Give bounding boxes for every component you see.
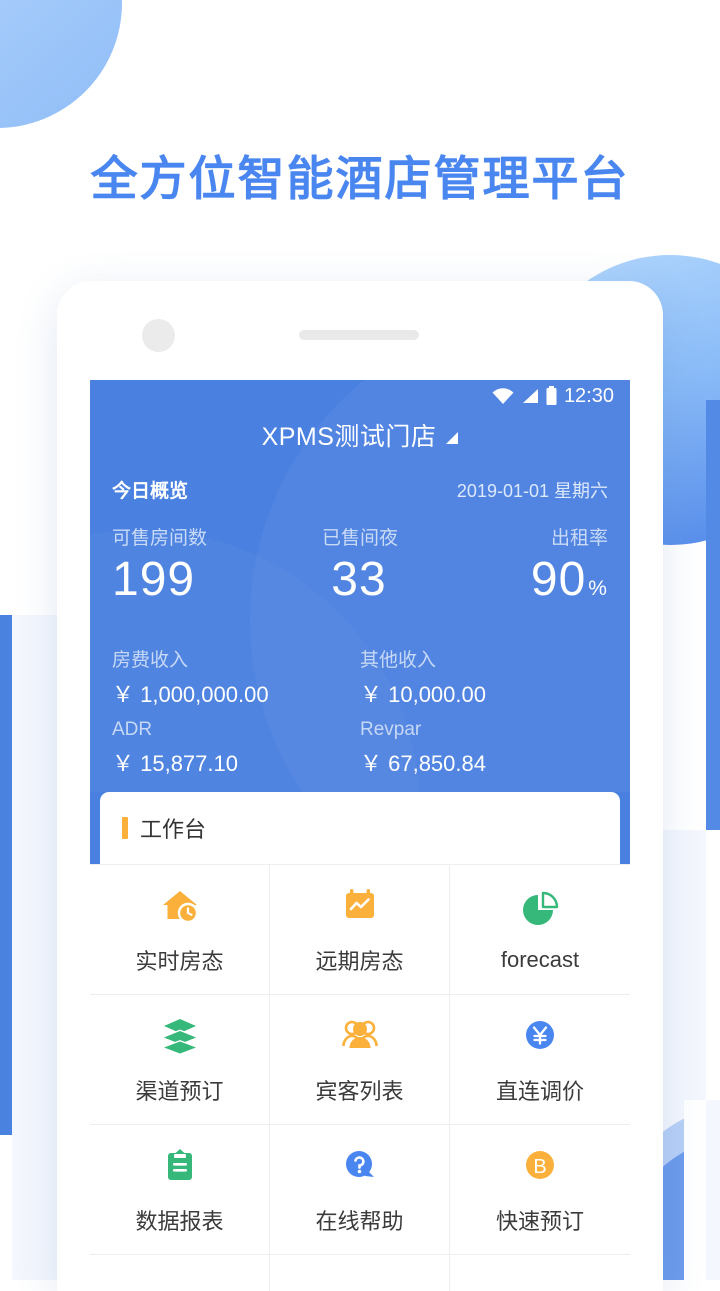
workbench-item-quick-booking[interactable]: B 快速预订	[450, 1123, 630, 1254]
help-chat-icon	[337, 1142, 383, 1188]
overview-title: 今日概览	[112, 481, 189, 502]
workbench-wrapper: 工作台	[90, 791, 630, 864]
revenue-value: ￥ 67,850.84	[360, 750, 486, 776]
people-icon	[337, 1012, 383, 1058]
kpi-label: 出租率	[550, 528, 608, 549]
kpi-number: 199	[112, 553, 196, 606]
workbench-item-label: 渠道预订	[135, 1079, 224, 1105]
workbench-item-online-help[interactable]: 在线帮助	[270, 1123, 450, 1254]
layers-icon	[157, 1012, 203, 1058]
workbench-item-label: forecast	[500, 947, 580, 973]
phone-bezel	[57, 281, 663, 380]
overview-header: 今日概览 2019-01-01 星期六	[90, 458, 630, 503]
kpi-label: 已售间夜	[321, 528, 398, 549]
calendar-chart-icon	[337, 882, 383, 928]
revenue-grid: 房费收入 ￥ 1,000,000.00 其他收入 ￥ 10,000.00 ADR…	[90, 607, 630, 782]
decor-stripe-left	[0, 615, 12, 1135]
revenue-value: ￥ 1,000,000.00	[112, 681, 269, 707]
pie-chart-icon	[517, 885, 563, 931]
svg-text:B: B	[533, 1156, 546, 1178]
revenue-label: 其他收入	[360, 649, 437, 671]
overview-date: 2019-01-01 星期六	[456, 480, 608, 501]
triangle-down-icon	[446, 432, 459, 444]
workbench-item-label: 实时房态	[135, 949, 224, 975]
workbench-title: 工作台	[140, 816, 207, 842]
workbench-item-row4-b[interactable]	[270, 1253, 450, 1291]
house-clock-icon	[157, 882, 203, 928]
speaker-grill-icon	[299, 330, 419, 340]
workbench-item-label: 直连调价	[495, 1079, 584, 1105]
revenue-value: ￥ 10,000.00	[360, 681, 486, 707]
kpi-sold-nights: 已售间夜 33	[277, 523, 442, 607]
kpi-unit: %	[588, 577, 608, 600]
kpi-occupancy-rate: 出租率 90%	[443, 523, 608, 607]
revenue-value: ￥ 15,877.10	[112, 750, 238, 776]
workbench-item-guest-list[interactable]: 宾客列表	[270, 993, 450, 1124]
kpi-label: 可售房间数	[112, 528, 208, 549]
decor-stripe-right	[706, 400, 720, 830]
kpi-value: 90%	[443, 553, 608, 607]
revenue-revpar: Revpar ￥ 67,850.84	[360, 711, 608, 778]
app-header: 12:30 XPMS测试门店 今日概览 2019-01-01 星期六 可售房间数	[90, 380, 630, 792]
kpi-available-rooms: 可售房间数 199	[112, 523, 277, 607]
workbench-grid: 实时房态 远期房态 forecast 渠道预订 宾客列表 直连调价 数据报表 在…	[90, 863, 630, 1291]
yen-circle-icon	[517, 1012, 563, 1058]
status-bar: 12:30	[90, 380, 630, 412]
workbench-item-future-rooms[interactable]: 远期房态	[270, 863, 450, 994]
workbench-item-realtime-rooms[interactable]: 实时房态	[90, 863, 270, 994]
kpi-number: 33	[331, 553, 387, 606]
wifi-icon	[491, 387, 515, 405]
workbench-item-direct-pricing[interactable]: 直连调价	[450, 993, 630, 1124]
revenue-other-label: 其他收入 ￥ 10,000.00	[360, 637, 608, 709]
decor-circle-top-left	[0, 0, 122, 128]
battery-icon	[545, 386, 558, 406]
revenue-label: Revpar	[360, 718, 422, 740]
signal-icon	[520, 387, 540, 405]
revenue-label: ADR	[112, 718, 153, 740]
workbench-item-data-reports[interactable]: 数据报表	[90, 1123, 270, 1254]
phone-mockup: 12:30 XPMS测试门店 今日概览 2019-01-01 星期六 可售房间数	[57, 281, 663, 1291]
revenue-adr: ADR ￥ 15,877.10	[112, 711, 360, 778]
phone-screen: 12:30 XPMS测试门店 今日概览 2019-01-01 星期六 可售房间数	[90, 380, 630, 1291]
workbench-item-label: 在线帮助	[315, 1209, 404, 1235]
kpi-number: 90	[530, 553, 587, 606]
b-circle-icon: B	[517, 1142, 563, 1188]
workbench-item-forecast[interactable]: forecast	[450, 863, 630, 994]
workbench-item-label: 宾客列表	[315, 1079, 404, 1105]
workbench-item-label: 远期房态	[315, 949, 404, 975]
workbench-card: 工作台	[100, 791, 620, 864]
revenue-label: 房费收入	[112, 649, 189, 671]
store-selector[interactable]: XPMS测试门店	[90, 412, 630, 458]
workbench-item-label: 快速预订	[495, 1209, 584, 1235]
workbench-item-row4-c[interactable]	[450, 1253, 630, 1291]
workbench-body: 实时房态 远期房态 forecast 渠道预订 宾客列表 直连调价 数据报表 在…	[90, 863, 630, 1291]
kpi-value: 199	[112, 553, 277, 607]
kpi-row: 可售房间数 199 已售间夜 33 出租率 90%	[90, 503, 630, 607]
status-bar-time: 12:30	[563, 384, 614, 407]
workbench-item-row4-a[interactable]	[90, 1253, 270, 1291]
store-title: XPMS测试门店	[261, 423, 437, 451]
decor-wave-mask-edge	[706, 1100, 720, 1280]
revenue-room-label: 房费收入 ￥ 1,000,000.00	[112, 637, 360, 709]
workbench-item-channel-booking[interactable]: 渠道预订	[90, 993, 270, 1124]
clipboard-icon	[157, 1142, 203, 1188]
workbench-header: 工作台	[100, 792, 620, 864]
camera-dot-icon	[142, 319, 175, 352]
accent-bar	[122, 816, 128, 839]
kpi-value: 33	[277, 553, 442, 607]
workbench-item-label: 数据报表	[135, 1209, 224, 1235]
page-headline: 全方位智能酒店管理平台	[90, 152, 630, 205]
